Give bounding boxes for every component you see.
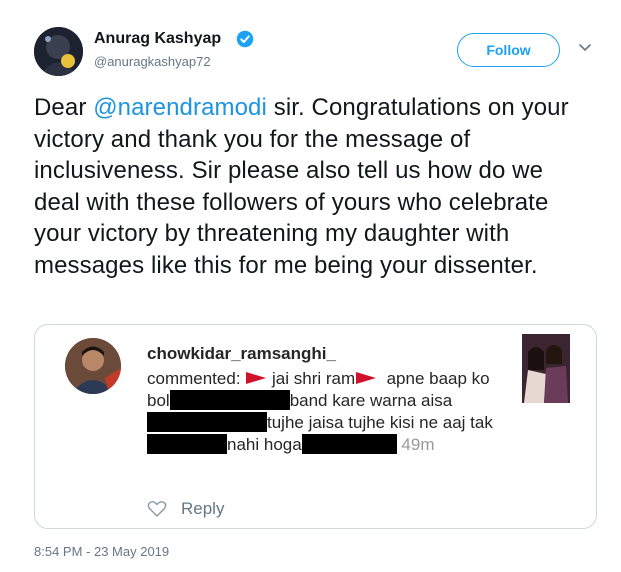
comment-text: commented: jai shri ram apne baap ko bol… — [147, 368, 499, 456]
saffron-flag-icon — [246, 372, 267, 384]
mention-link[interactable]: @narendramodi — [93, 94, 267, 121]
comment-segment-3: band kare warna aisa — [289, 391, 453, 410]
redaction-box — [169, 390, 290, 410]
comment-time: 49m — [401, 435, 435, 454]
author-name[interactable]: Anurag Kashyap — [94, 30, 221, 48]
reply-label: Reply — [181, 499, 225, 518]
commenter-avatar — [65, 338, 121, 394]
author-handle[interactable]: @anuragkashyap72 — [94, 54, 211, 69]
redaction-box — [147, 412, 267, 432]
chevron-down-icon[interactable] — [578, 43, 592, 53]
verified-badge-icon — [236, 30, 254, 48]
tweet-text: Dear @narendramodi sir. Congratulations … — [34, 92, 594, 281]
redaction-box — [301, 434, 397, 454]
comment-segment-4: tujhe jaisa tujhe kisi ne aaj tak — [267, 413, 493, 432]
commented-label: commented: — [147, 369, 241, 388]
heart-icon — [147, 501, 167, 517]
tweet-text-intro: Dear — [34, 94, 94, 121]
embedded-comment-screenshot[interactable]: chowkidar_ramsanghi_ commented: jai shri… — [34, 324, 597, 529]
post-thumbnail — [522, 334, 570, 403]
tweet-text-body: sir. Congratulations on your victory and… — [34, 94, 569, 279]
comment-segment-5: nahi hoga — [227, 435, 302, 454]
commenter-username: chowkidar_ramsanghi_ — [147, 344, 336, 363]
tweet-timestamp[interactable]: 8:54 PM - 23 May 2019 — [34, 544, 169, 559]
comment-segment-1: jai shri ram — [272, 369, 356, 388]
saffron-flag-icon — [356, 372, 377, 384]
author-avatar[interactable] — [34, 27, 83, 76]
reply-row: Reply — [147, 499, 224, 519]
redaction-box — [147, 434, 227, 454]
follow-button[interactable]: Follow — [457, 33, 560, 67]
